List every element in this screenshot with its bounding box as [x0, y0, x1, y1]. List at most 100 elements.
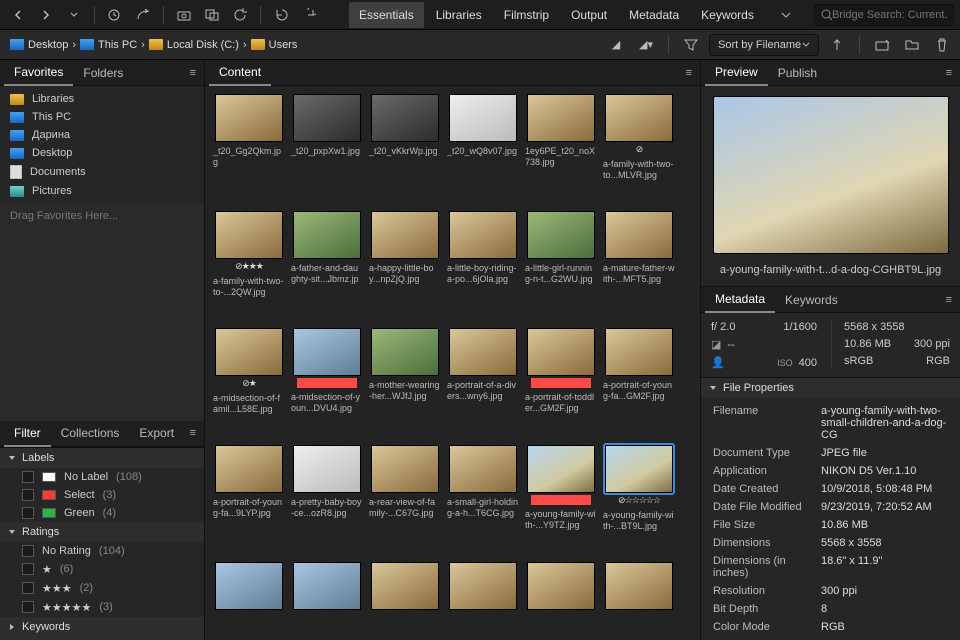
- thumbnail[interactable]: a-happy-little-boy...npZjQ.jpg: [369, 211, 441, 298]
- tab-favorites[interactable]: Favorites: [4, 60, 73, 86]
- filter-ramp2-icon[interactable]: ◢▾: [634, 33, 658, 57]
- breadcrumb-item[interactable]: This PC: [76, 37, 141, 53]
- tab-preview[interactable]: Preview: [705, 60, 768, 86]
- thumbnail-image[interactable]: [449, 562, 517, 610]
- filter-rating-row[interactable]: ★ (6): [0, 560, 204, 579]
- thumbnail[interactable]: _t20_pxpXw1.jpg: [291, 94, 363, 181]
- thumbnail[interactable]: a-father-and-daughty-sit...Jbmz.jpg: [291, 211, 363, 298]
- thumbnail[interactable]: _t20_vKkrWp.jpg: [369, 94, 441, 181]
- workspace-tab-keywords[interactable]: Keywords: [691, 2, 764, 28]
- checkbox[interactable]: [22, 601, 34, 613]
- thumbnail[interactable]: a-portrait-of-a-divers...wny6.jpg: [447, 328, 519, 415]
- workspace-tab-output[interactable]: Output: [561, 2, 617, 28]
- rotate-cw-icon[interactable]: [297, 3, 321, 27]
- thumbnail[interactable]: [369, 562, 441, 636]
- sort-asc-icon[interactable]: [825, 33, 849, 57]
- favorite-item[interactable]: Дарина: [0, 126, 204, 144]
- thumbnail[interactable]: a-portrait-of-young-fa...GM2F.jpg: [603, 328, 675, 415]
- trash-icon[interactable]: [930, 33, 954, 57]
- rotate-ccw-icon[interactable]: [269, 3, 293, 27]
- favorite-item[interactable]: Pictures: [0, 182, 204, 200]
- breadcrumb-item[interactable]: Local Disk (C:): [145, 37, 243, 53]
- tab-content[interactable]: Content: [209, 60, 271, 86]
- breadcrumb-item[interactable]: Users: [247, 37, 302, 53]
- filter-rating-row[interactable]: ★★★ (2): [0, 579, 204, 598]
- funnel-icon[interactable]: [679, 33, 703, 57]
- thumbnail-image[interactable]: [449, 211, 517, 259]
- thumbnail[interactable]: ⊘☆☆☆☆☆a-young-family-with-...BT9L.jpg: [603, 445, 675, 532]
- favorite-item[interactable]: Libraries: [0, 90, 204, 108]
- thumbnail-image[interactable]: [215, 94, 283, 142]
- thumbnail[interactable]: [447, 562, 519, 636]
- thumbnail[interactable]: a-small-girl-holding-a-h...T6CG.jpg: [447, 445, 519, 532]
- filter-group-header[interactable]: Labels: [0, 448, 204, 468]
- thumbnail[interactable]: a-little-boy-riding-a-po...6jOla.jpg: [447, 211, 519, 298]
- tab-publish[interactable]: Publish: [768, 61, 827, 85]
- tab-collections[interactable]: Collections: [51, 421, 130, 445]
- checkbox[interactable]: [22, 582, 34, 594]
- thumbnail[interactable]: a-little-girl-running-n-t...G2WU.jpg: [525, 211, 597, 298]
- thumbnail-image[interactable]: [293, 445, 361, 493]
- thumbnail-image[interactable]: [371, 562, 439, 610]
- filter-group-header[interactable]: Keywords: [0, 617, 204, 637]
- filter-label-row[interactable]: Select (3): [0, 486, 204, 504]
- thumbnail[interactable]: [603, 562, 675, 636]
- tab-export[interactable]: Export: [129, 421, 184, 445]
- back-icon[interactable]: [6, 3, 30, 27]
- global-search[interactable]: [814, 4, 954, 26]
- filter-ramp-icon[interactable]: ◢: [604, 33, 628, 57]
- content-body[interactable]: _t20_Gg2Qkm.jpg_t20_pxpXw1.jpg_t20_vKkrW…: [205, 86, 700, 640]
- thumbnail-image[interactable]: [527, 211, 595, 259]
- thumbnail[interactable]: [291, 562, 363, 636]
- filter-rating-row[interactable]: No Rating (104): [0, 542, 204, 560]
- thumbnail-image[interactable]: [371, 211, 439, 259]
- new-folder-icon[interactable]: [900, 33, 924, 57]
- thumbnail-image[interactable]: [371, 445, 439, 493]
- panel-menu-icon[interactable]: ≡: [186, 427, 200, 439]
- open-recent-icon[interactable]: [870, 33, 894, 57]
- file-properties-header[interactable]: File Properties: [701, 378, 960, 398]
- thumbnail-image[interactable]: [605, 94, 673, 142]
- thumbnail[interactable]: _t20_Gg2Qkm.jpg: [213, 94, 285, 181]
- thumbnail-image[interactable]: [371, 328, 439, 376]
- filter-group-header[interactable]: Ratings: [0, 522, 204, 542]
- thumbnail-image[interactable]: [605, 328, 673, 376]
- workspace-tab-libraries[interactable]: Libraries: [426, 2, 492, 28]
- filter-label-row[interactable]: No Label (108): [0, 468, 204, 486]
- search-input[interactable]: [832, 9, 947, 21]
- thumbnail-image[interactable]: [449, 445, 517, 493]
- thumbnail-image[interactable]: [215, 328, 283, 376]
- thumbnail[interactable]: a-mother-wearing-her...WJfJ.jpg: [369, 328, 441, 415]
- panel-menu-icon[interactable]: ≡: [942, 67, 956, 79]
- thumbnail[interactable]: 1ey6PE_t20_noX738.jpg: [525, 94, 597, 181]
- refresh-icon[interactable]: [228, 3, 252, 27]
- checkbox[interactable]: [22, 471, 34, 483]
- thumbnail[interactable]: a-portrait-of-toddler...GM2F.jpg: [525, 328, 597, 415]
- sort-dropdown[interactable]: Sort by Filename: [709, 34, 819, 56]
- thumbnail[interactable]: a-young-family-with-...Y9TZ.jpg: [525, 445, 597, 532]
- tab-filter[interactable]: Filter: [4, 421, 51, 447]
- checkbox[interactable]: [22, 545, 34, 557]
- panel-menu-icon[interactable]: ≡: [682, 67, 696, 79]
- favorite-item[interactable]: Desktop: [0, 144, 204, 162]
- workspace-tab-metadata[interactable]: Metadata: [619, 2, 689, 28]
- thumbnail-image[interactable]: [293, 562, 361, 610]
- thumbnail-image[interactable]: [605, 445, 673, 493]
- thumbnail-image[interactable]: [449, 94, 517, 142]
- favorite-item[interactable]: This PC: [0, 108, 204, 126]
- batch-icon[interactable]: [200, 3, 224, 27]
- thumbnail[interactable]: [213, 562, 285, 636]
- thumbnail[interactable]: [525, 562, 597, 636]
- thumbnail[interactable]: a-mature-father-with-...MFT5.jpg: [603, 211, 675, 298]
- checkbox[interactable]: [22, 507, 34, 519]
- thumbnail-image[interactable]: [527, 94, 595, 142]
- thumbnail-image[interactable]: [605, 562, 673, 610]
- tab-metadata[interactable]: Metadata: [705, 287, 775, 313]
- checkbox[interactable]: [22, 489, 34, 501]
- thumbnail-image[interactable]: [449, 328, 517, 376]
- filter-label-row[interactable]: Green (4): [0, 504, 204, 522]
- thumbnail[interactable]: ⊘★a-midsection-of-famil...L58E.jpg: [213, 328, 285, 415]
- filter-group-header[interactable]: Author Name: [0, 637, 204, 640]
- thumbnail-image[interactable]: [215, 445, 283, 493]
- favorite-item[interactable]: Documents: [0, 162, 204, 182]
